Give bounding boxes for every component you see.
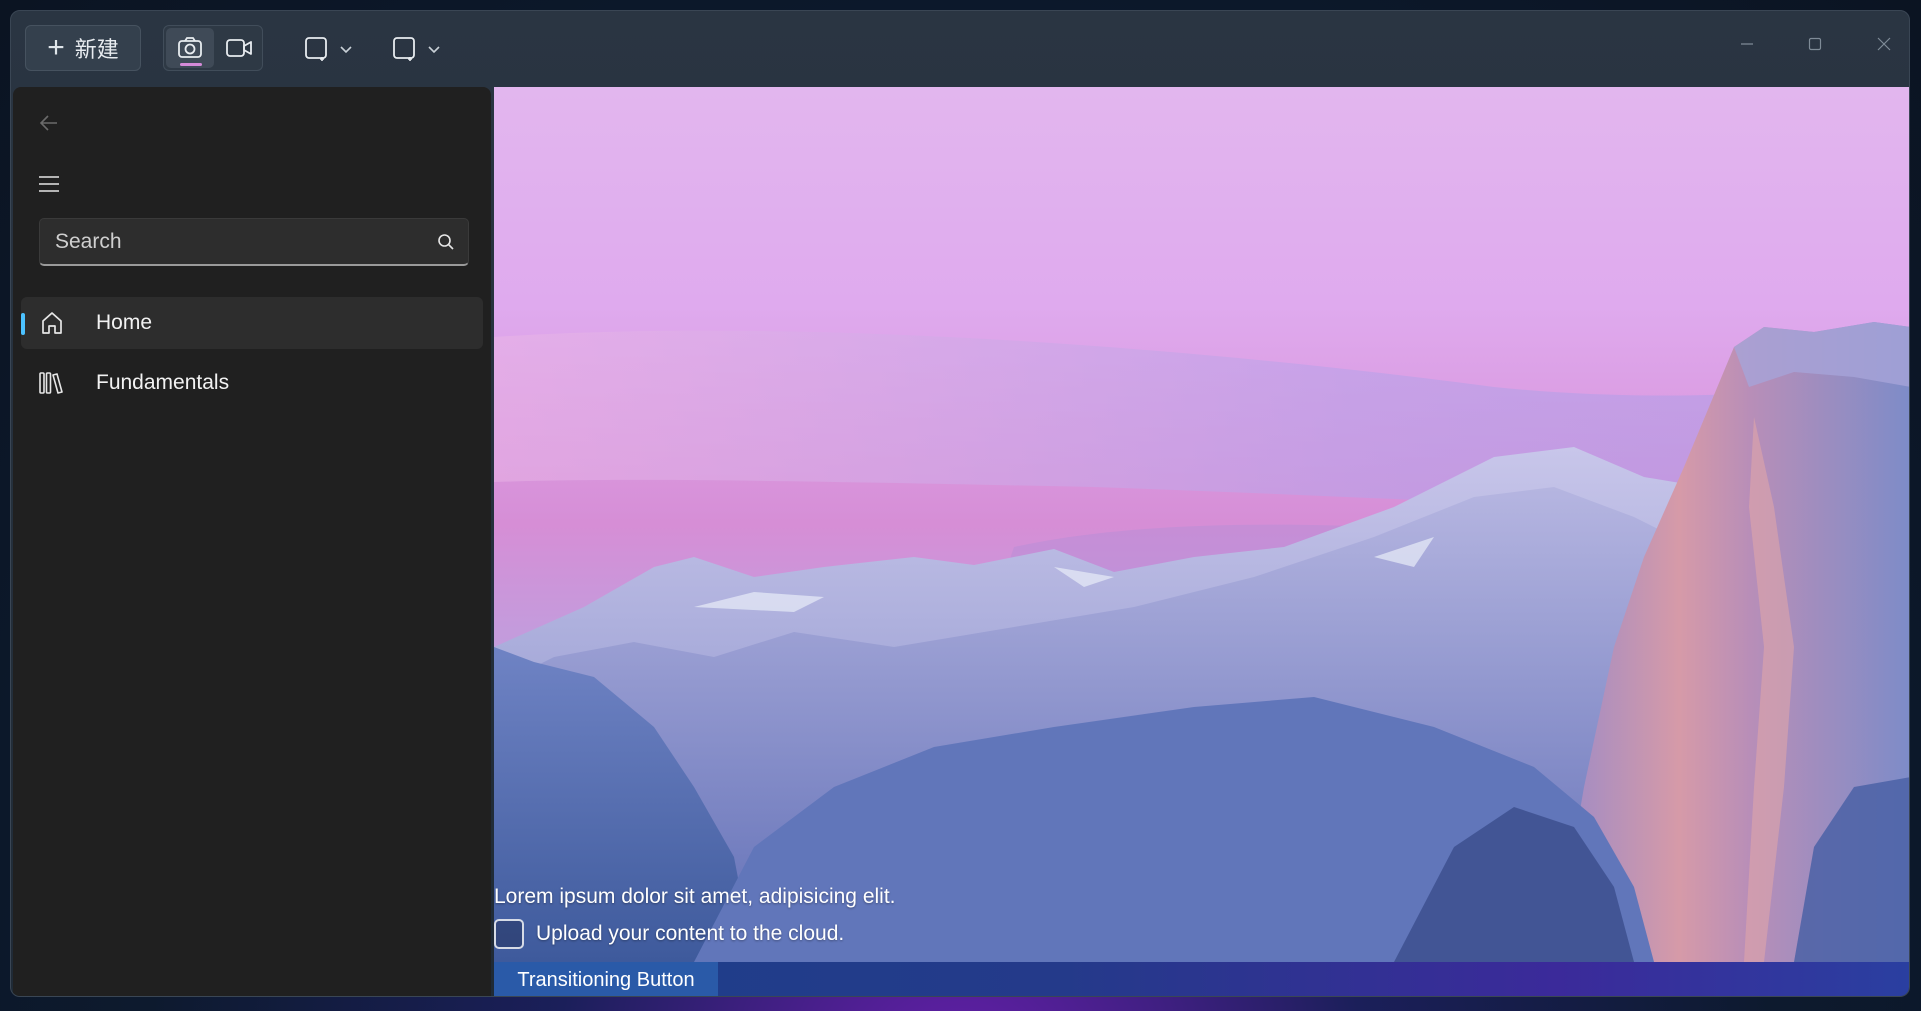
app-window: + 新建 Search Home Fundamentals Lorem ipsu…: [10, 10, 1910, 997]
snip-delay-button[interactable]: [391, 33, 441, 65]
menu-toggle-button[interactable]: [31, 166, 67, 202]
active-mode-indicator: [180, 63, 202, 66]
upload-checkbox[interactable]: [494, 919, 524, 949]
library-icon: [37, 368, 67, 398]
back-arrow-icon: [39, 115, 57, 131]
close-button[interactable]: [1864, 29, 1904, 59]
back-button[interactable]: [31, 105, 67, 141]
content-area: Lorem ipsum dolor sit amet, adipisicing …: [494, 87, 1909, 996]
hamburger-icon: [39, 176, 59, 192]
search-input[interactable]: [40, 219, 424, 264]
sidebar-item-home[interactable]: Home: [21, 297, 483, 349]
chevron-down-icon: [340, 46, 352, 54]
sidebar-item-label: Home: [96, 311, 153, 334]
search-box: [39, 218, 469, 266]
title-bar: + 新建: [11, 11, 1909, 87]
photo-mode-button[interactable]: [166, 28, 214, 68]
upload-checkbox-row[interactable]: Upload your content to the cloud.: [494, 919, 844, 949]
minimize-icon: [1741, 43, 1753, 45]
video-icon: [226, 39, 252, 57]
sidebar-item-label: Fundamentals: [96, 371, 230, 394]
new-button-label: 新建: [74, 37, 119, 62]
new-button[interactable]: + 新建: [25, 25, 141, 71]
maximize-button[interactable]: [1795, 29, 1835, 59]
camera-icon: [178, 37, 202, 58]
transitioning-button[interactable]: Transitioning Button: [494, 962, 718, 996]
close-icon: [1877, 37, 1891, 51]
background-image: [494, 87, 1909, 962]
plus-icon: +: [47, 31, 65, 64]
search-icon: [438, 233, 454, 250]
home-icon: [37, 308, 67, 338]
minimize-button[interactable]: [1727, 29, 1767, 59]
navigation-pane: Home Fundamentals: [13, 87, 491, 996]
snip-shape-button[interactable]: [303, 33, 353, 65]
rectangle-snip-icon: [305, 37, 327, 61]
capture-mode-toggle: [163, 25, 263, 71]
search-button[interactable]: [424, 220, 468, 264]
window-snip-icon: [393, 37, 415, 61]
selection-indicator: [21, 313, 25, 335]
maximize-icon: [1808, 37, 1822, 51]
chevron-down-icon: [428, 46, 440, 54]
sidebar-item-fundamentals[interactable]: Fundamentals: [21, 357, 483, 409]
description-text: Lorem ipsum dolor sit amet, adipisicing …: [494, 885, 896, 908]
checkbox-label: Upload your content to the cloud.: [536, 922, 845, 945]
video-mode-button[interactable]: [216, 28, 262, 68]
